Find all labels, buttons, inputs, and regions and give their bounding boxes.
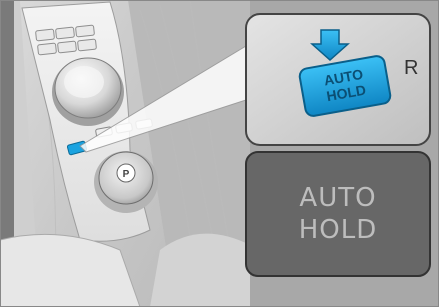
- auto-hold-zoom-panel: AUTO HOLD R: [245, 13, 431, 146]
- park-button: [94, 151, 158, 213]
- rotary-controller-knob: [52, 57, 124, 126]
- auto-hold-indicator-panel: AUTO HOLD: [245, 151, 431, 277]
- center-console-illustration: P AUTO HOLD R AUTO HOLD: [0, 0, 439, 307]
- indicator-text-line2: HOLD: [299, 215, 378, 245]
- park-label: P: [123, 169, 130, 180]
- indicator-text-line1: AUTO: [299, 183, 376, 213]
- gear-r-label: R: [404, 57, 418, 79]
